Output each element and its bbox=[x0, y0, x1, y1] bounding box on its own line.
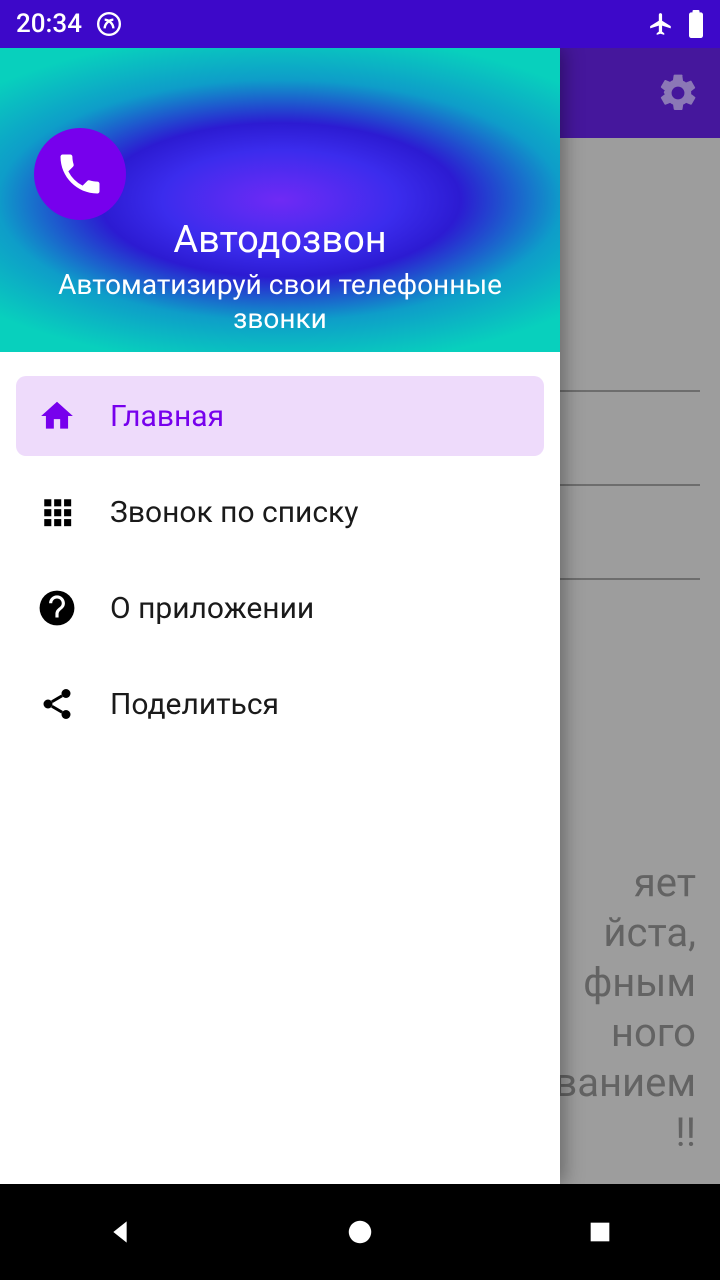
drawer-item-label: Поделиться bbox=[110, 687, 279, 722]
drawer-title: Автодозвон bbox=[173, 218, 386, 262]
drawer-item-home[interactable]: Главная bbox=[16, 376, 544, 456]
nav-recent-button[interactable] bbox=[580, 1212, 620, 1252]
nav-home-button[interactable] bbox=[340, 1212, 380, 1252]
help-icon bbox=[38, 589, 76, 627]
drawer-header: Автодозвон Автоматизируй свои телефонные… bbox=[0, 48, 560, 352]
settings-icon[interactable] bbox=[656, 71, 700, 115]
airplane-icon bbox=[648, 11, 674, 37]
battery-icon bbox=[688, 10, 704, 38]
home-icon bbox=[38, 397, 76, 435]
status-left: 20:34 bbox=[16, 9, 122, 39]
drawer-item-call-list[interactable]: Звонок по списку bbox=[16, 472, 544, 552]
status-right bbox=[648, 10, 704, 38]
status-bar: 20:34 bbox=[0, 0, 720, 48]
navigation-drawer: Автодозвон Автоматизируй свои телефонные… bbox=[0, 48, 560, 1184]
share-icon bbox=[38, 686, 76, 722]
drawer-item-label: Главная bbox=[110, 399, 224, 434]
app-logo bbox=[34, 128, 126, 220]
drawer-item-share[interactable]: Поделиться bbox=[16, 664, 544, 744]
system-nav-bar bbox=[0, 1184, 720, 1280]
no-sim-icon bbox=[96, 11, 122, 37]
drawer-item-label: О приложении bbox=[110, 591, 314, 626]
drawer-item-label: Звонок по списку bbox=[110, 495, 358, 530]
drawer-item-about[interactable]: О приложении bbox=[16, 568, 544, 648]
drawer-subtitle: Автоматизируй свои телефонные звонки bbox=[20, 268, 540, 335]
apps-icon bbox=[38, 495, 76, 529]
status-time: 20:34 bbox=[16, 9, 82, 39]
nav-back-button[interactable] bbox=[100, 1212, 140, 1252]
drawer-list: Главная Звонок по списку О приложении По… bbox=[0, 352, 560, 784]
